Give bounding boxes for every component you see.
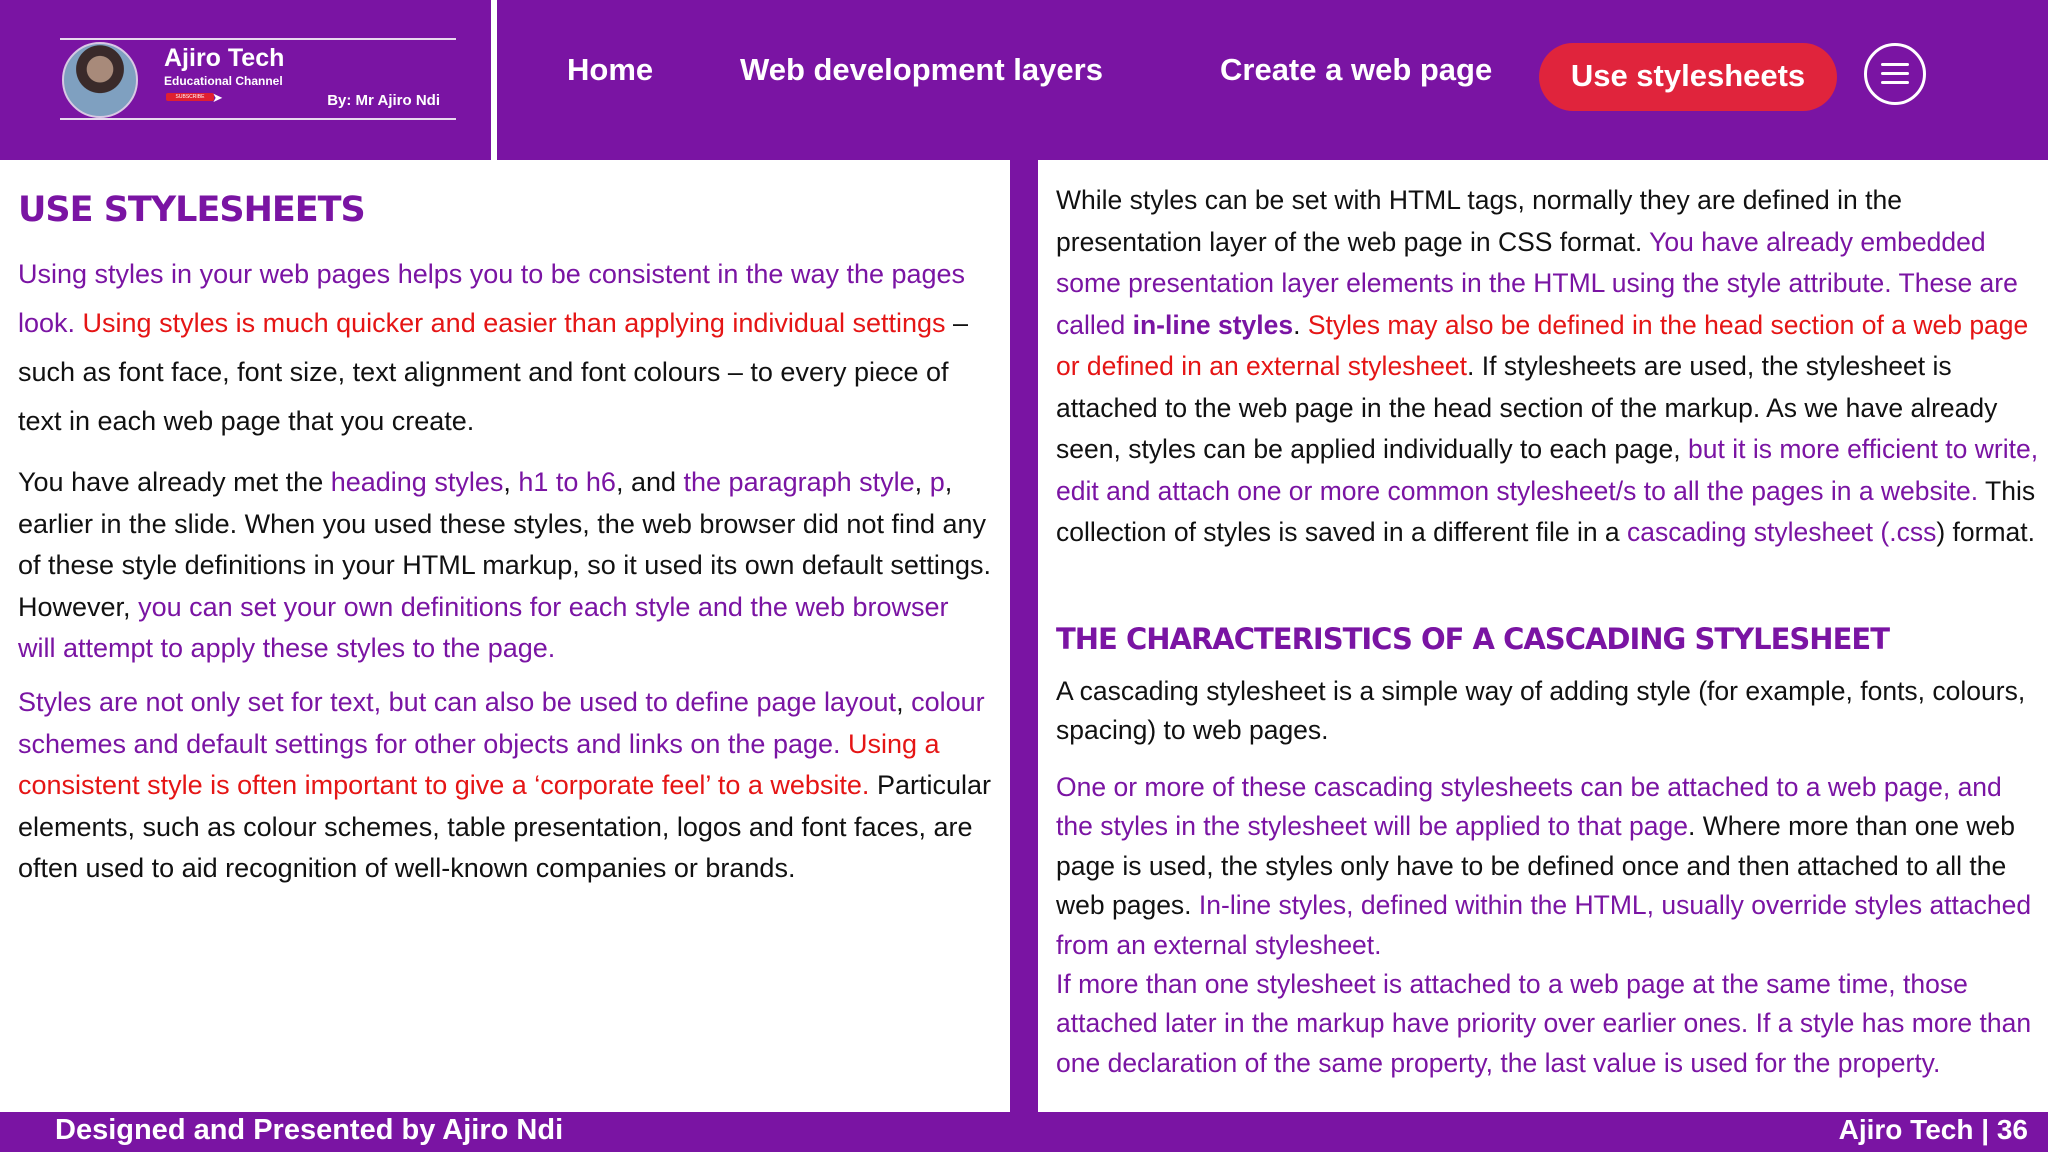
cursor-icon: ➤: [212, 90, 223, 105]
brand-subtitle: Educational Channel: [164, 74, 283, 88]
left-paragraph-1: Using styles in your web pages helps you…: [18, 259, 969, 436]
brand-banner[interactable]: Ajiro Tech Educational Channel SUBSCRIBE…: [60, 38, 456, 120]
right-paragraph-3: One or more of these cascading styleshee…: [1056, 772, 2032, 960]
footer-page-number: Ajiro Tech | 36: [1838, 1114, 2028, 1145]
right-paragraph-1: While styles can be set with HTML tags, …: [1056, 185, 2039, 547]
left-paragraph-2: You have already met the heading styles,…: [18, 467, 991, 664]
right-paragraph-2: A cascading stylesheet is a simple way o…: [1056, 676, 2026, 745]
header-bar: Ajiro Tech Educational Channel SUBSCRIBE…: [0, 0, 2048, 160]
right-content-panel: While styles can be set with HTML tags, …: [1038, 160, 2048, 1112]
left-content-panel: USE STYLESHEETS Using styles in your web…: [0, 160, 1010, 1112]
left-paragraph-3: Styles are not only set for text, but ca…: [18, 687, 991, 884]
right-paragraph-4: If more than one stylesheet is attached …: [1056, 969, 2032, 1078]
brand-title: Ajiro Tech: [164, 44, 285, 72]
nav-web-development-layers[interactable]: Web development layers: [740, 52, 1103, 88]
section-heading: THE CHARACTERISTICS OF A CASCADING STYLE…: [1056, 622, 1890, 656]
subscribe-badge[interactable]: SUBSCRIBE: [166, 93, 214, 101]
brand-byline: By: Mr Ajiro Ndi: [327, 92, 440, 109]
nav-use-stylesheets[interactable]: Use stylesheets: [1539, 43, 1837, 111]
footer-credit: Designed and Presented by Ajiro Ndi: [55, 1114, 564, 1146]
nav-home[interactable]: Home: [567, 52, 653, 88]
menu-icon[interactable]: [1864, 43, 1926, 105]
avatar: [62, 42, 138, 118]
header-divider: [491, 0, 497, 160]
nav-create-web-page[interactable]: Create a web page: [1220, 52, 1492, 88]
page-title: USE STYLESHEETS: [18, 190, 366, 230]
